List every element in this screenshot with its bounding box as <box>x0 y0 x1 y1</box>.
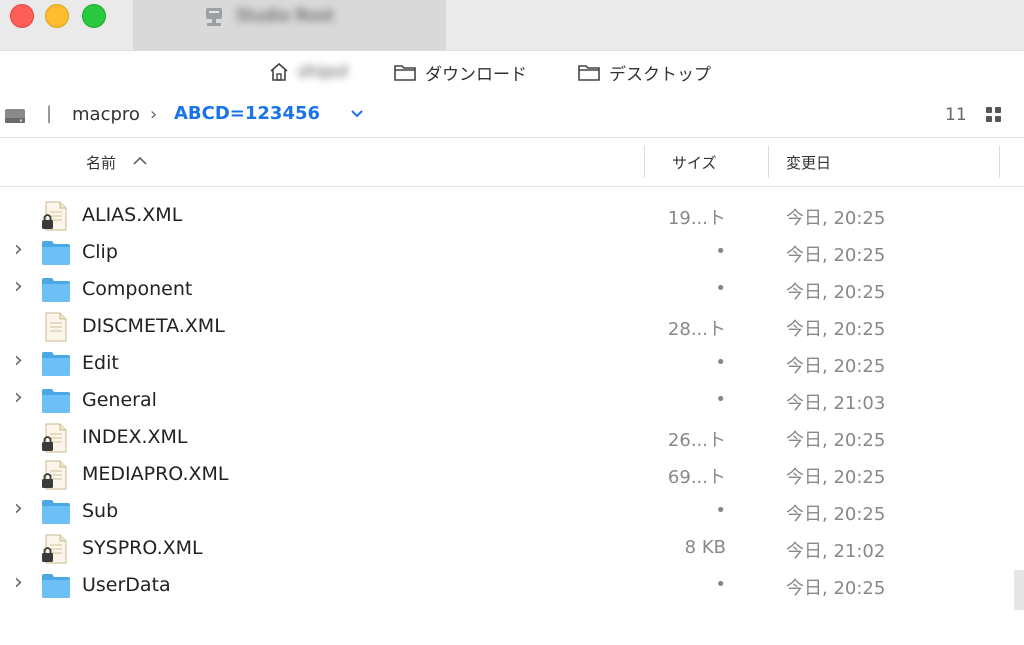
folder-icon <box>42 278 70 302</box>
home-icon <box>270 62 288 81</box>
grid-view-icon[interactable] <box>985 106 1003 124</box>
column-size[interactable]: サイズ <box>672 152 717 173</box>
favorite-desktop-label: デスクトップ <box>609 64 711 85</box>
minimize-window-button[interactable] <box>45 4 69 28</box>
file-size: • <box>715 389 726 410</box>
table-row[interactable]: › UserData • 今日, 20:25 <box>0 567 1024 604</box>
file-name: General <box>82 389 157 411</box>
file-modified-date: 今日, 20:25 <box>786 430 886 451</box>
table-row[interactable]: INDEX.XML 26...ト 今日, 20:25 <box>0 419 1024 456</box>
column-divider[interactable] <box>999 146 1000 178</box>
file-name: Component <box>82 278 193 300</box>
file-name: MEDIAPRO.XML <box>82 463 229 485</box>
file-name: Sub <box>82 500 119 522</box>
folder-outline-icon <box>394 65 416 81</box>
file-size: 69...ト <box>667 467 726 488</box>
column-header: 名前 サイズ 変更日 <box>0 138 1024 187</box>
scrollbar[interactable] <box>1014 570 1024 610</box>
disclosure-triangle-icon[interactable]: › <box>14 274 23 299</box>
chevron-right-icon: › <box>150 104 158 125</box>
file-size: 28...ト <box>667 319 726 340</box>
file-name: UserData <box>82 574 171 596</box>
file-modified-date: 今日, 20:25 <box>786 245 886 266</box>
network-drive-icon <box>206 8 222 26</box>
favorites-bar: shipol ダウンロード デスクトップ <box>0 51 1024 96</box>
column-divider[interactable] <box>644 146 645 178</box>
table-row[interactable]: DISCMETA.XML 28...ト 今日, 20:25 <box>0 308 1024 345</box>
sort-ascending-icon[interactable] <box>132 156 148 166</box>
file-size: • <box>715 352 726 373</box>
column-name[interactable]: 名前 <box>86 152 116 173</box>
table-row[interactable]: ALIAS.XML 19...ト 今日, 20:25 <box>0 197 1024 234</box>
column-modified[interactable]: 変更日 <box>786 152 831 173</box>
path-separator: | <box>46 103 53 124</box>
file-modified-date: 今日, 21:03 <box>786 393 886 414</box>
table-row[interactable]: › Sub • 今日, 20:25 <box>0 493 1024 530</box>
folder-icon <box>42 389 70 413</box>
path-item-current[interactable]: ABCD=123456 <box>174 103 320 124</box>
file-modified-date: 今日, 20:25 <box>786 356 886 377</box>
table-row[interactable]: SYSPRO.XML 8 KB 今日, 21:02 <box>0 530 1024 567</box>
table-row[interactable]: › General • 今日, 21:03 <box>0 382 1024 419</box>
table-row[interactable]: MEDIAPRO.XML 69...ト 今日, 20:25 <box>0 456 1024 493</box>
file-modified-date: 今日, 20:25 <box>786 504 886 525</box>
locked-xml-file-icon <box>42 460 67 490</box>
file-modified-date: 今日, 20:25 <box>786 467 886 488</box>
table-row[interactable]: › Component • 今日, 20:25 <box>0 271 1024 308</box>
path-bar: | macpro › ABCD=123456 11 <box>0 95 1024 138</box>
folder-icon <box>42 352 70 376</box>
folder-icon <box>42 574 70 598</box>
file-name: INDEX.XML <box>82 426 188 448</box>
file-size: 26...ト <box>667 430 726 451</box>
folder-icon <box>42 241 70 265</box>
disclosure-triangle-icon[interactable]: › <box>14 496 23 521</box>
file-size: • <box>715 500 726 521</box>
tab-title[interactable]: Studio Root <box>236 6 334 26</box>
zoom-window-button[interactable] <box>82 4 106 28</box>
file-size: • <box>715 574 726 595</box>
file-size: • <box>715 278 726 299</box>
disclosure-triangle-icon[interactable]: › <box>14 570 23 595</box>
disclosure-triangle-icon[interactable]: › <box>14 237 23 262</box>
file-modified-date: 今日, 21:02 <box>786 541 886 562</box>
favorite-desktop[interactable]: デスクトップ <box>577 59 711 85</box>
file-modified-date: 今日, 20:25 <box>786 319 886 340</box>
file-modified-date: 今日, 20:25 <box>786 578 886 599</box>
locked-xml-file-icon <box>42 201 67 231</box>
xml-file-icon <box>45 312 67 342</box>
favorite-downloads[interactable]: ダウンロード <box>393 59 527 85</box>
table-row[interactable]: › Clip • 今日, 20:25 <box>0 234 1024 271</box>
item-count: 11 <box>945 105 967 125</box>
file-modified-date: 今日, 20:25 <box>786 282 886 303</box>
folder-icon <box>42 500 70 524</box>
favorite-home-label: shipol <box>298 62 349 82</box>
close-window-button[interactable] <box>10 4 34 28</box>
locked-xml-file-icon <box>42 534 67 564</box>
file-size: • <box>715 241 726 262</box>
file-size: 8 KB <box>684 537 726 558</box>
file-name: Clip <box>82 241 118 263</box>
file-size: 19...ト <box>667 208 726 229</box>
favorite-home[interactable]: shipol <box>268 59 348 85</box>
file-name: ALIAS.XML <box>82 204 183 226</box>
file-name: SYSPRO.XML <box>82 537 203 559</box>
file-modified-date: 今日, 20:25 <box>786 208 886 229</box>
folder-outline-icon <box>578 65 600 81</box>
path-item-parent[interactable]: macpro <box>72 104 140 125</box>
title-bar: Studio Root <box>0 0 1024 51</box>
disk-icon <box>5 109 25 123</box>
disclosure-triangle-icon[interactable]: › <box>14 385 23 410</box>
locked-xml-file-icon <box>42 423 67 453</box>
column-divider[interactable] <box>768 146 769 178</box>
favorite-downloads-label: ダウンロード <box>425 64 527 85</box>
disclosure-triangle-icon[interactable]: › <box>14 348 23 373</box>
file-name: DISCMETA.XML <box>82 315 225 337</box>
table-row[interactable]: › Edit • 今日, 20:25 <box>0 345 1024 382</box>
chevron-down-icon[interactable] <box>350 109 364 119</box>
file-name: Edit <box>82 352 119 374</box>
